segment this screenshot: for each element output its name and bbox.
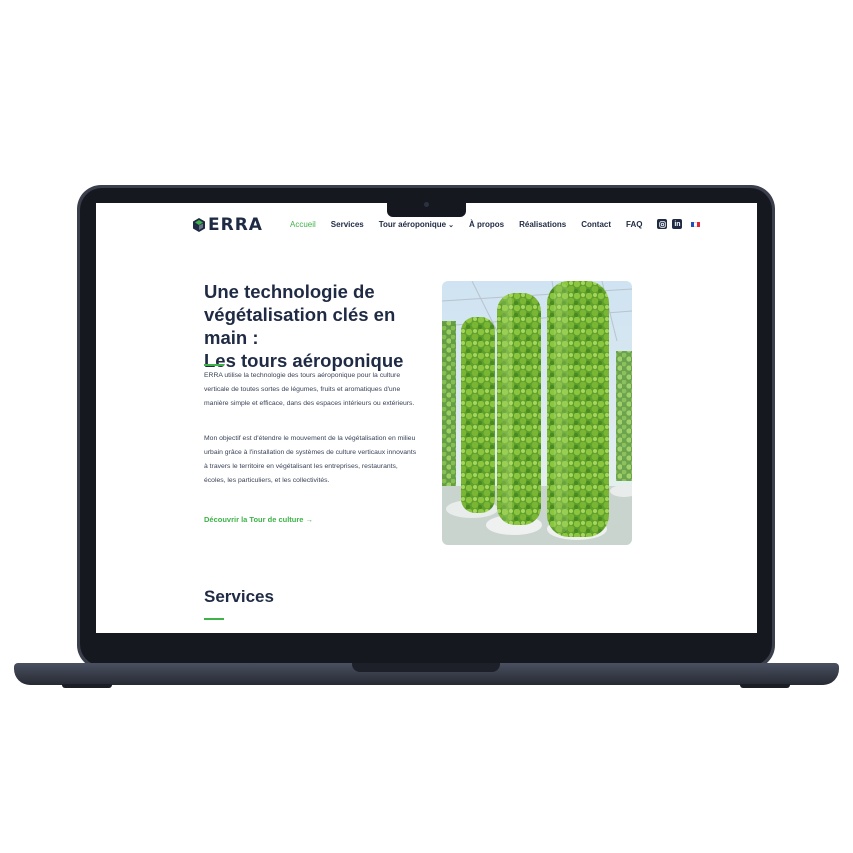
linkedin-icon[interactable]: in [672,219,683,229]
laptop-base-notch [352,663,500,672]
logo-cube-icon [193,218,205,232]
aeroponic-towers-image [442,281,632,545]
nav-item-tour-aeroponique[interactable]: Tour aéroponique ⌄ [379,220,454,229]
hero-title-line-1: Une technologie de [204,281,375,302]
hero-paragraph-1: ERRA utilise la technologie des tours aé… [204,372,415,407]
services-title: Services [204,587,274,606]
discover-tower-link[interactable]: Découvrir la Tour de culture → [204,515,313,524]
hero-title: Une technologie de végétalisation clés e… [204,280,434,372]
services-title-rule [204,618,224,620]
instagram-icon[interactable] [657,219,668,229]
hero-title-line-2: végétalisation clés en main : [204,304,396,348]
nav-item-realisations[interactable]: Réalisations [519,220,566,229]
hero-title-line-3: Les tours aéroponique [204,350,404,371]
nav-item-a-propos[interactable]: À propos [469,220,504,229]
nav-item-tour-label: Tour aéroponique [378,219,447,229]
laptop-chin [90,640,762,662]
chevron-down-icon: ⌄ [448,221,454,229]
camera-icon [424,202,429,207]
laptop-foot-right [740,684,790,688]
hero-paragraph-2: Mon objectif est d'étendre le mouvement … [204,435,417,484]
site-logo[interactable]: ERRA [192,215,263,235]
nav-item-accueil[interactable]: Accueil [290,220,316,229]
hero-title-rule [204,364,224,366]
laptop-foot-left [62,684,112,688]
logo-text: ERRA [208,215,263,235]
nav-item-faq[interactable]: FAQ [626,220,642,229]
nav-item-services[interactable]: Services [331,220,364,229]
nav-item-contact[interactable]: Contact [581,220,611,229]
laptop-screen: ERRA Accueil Services Tour aéroponique ⌄ … [96,203,757,633]
main-nav: Accueil Services Tour aéroponique ⌄ À pro… [290,219,700,229]
fr-flag-icon[interactable] [691,221,700,227]
